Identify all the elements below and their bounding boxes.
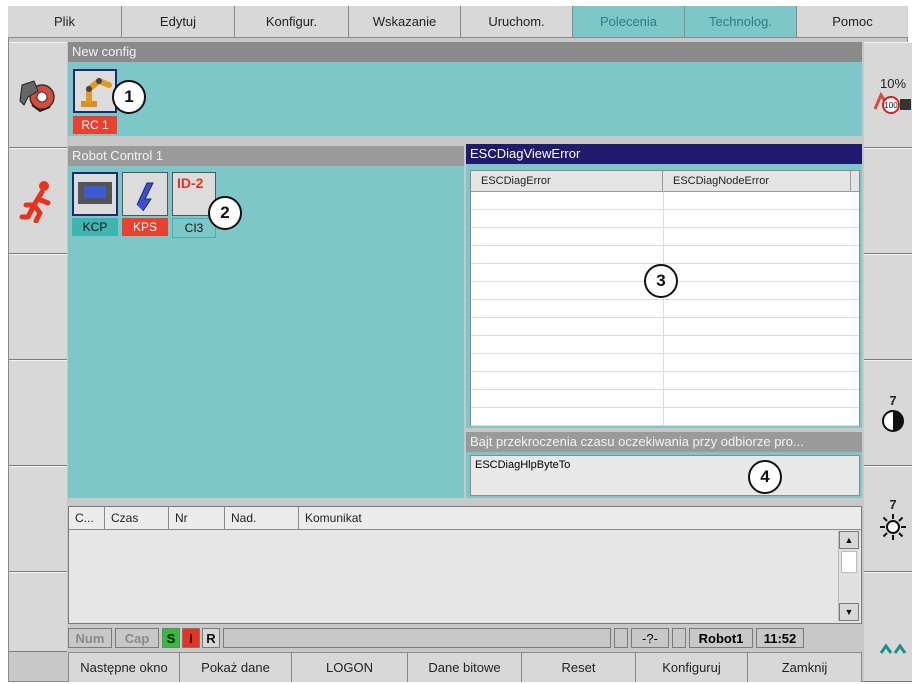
robot-module[interactable] (73, 69, 117, 113)
error-view-title: ESCDiagViewError (466, 144, 862, 164)
table-row[interactable] (471, 390, 859, 408)
kps-module[interactable] (122, 172, 168, 216)
scroll-thumb[interactable] (841, 551, 857, 573)
status-spacer-1 (614, 628, 628, 648)
override-button[interactable]: 10% 100 (864, 42, 912, 148)
expand-button[interactable] (864, 572, 912, 682)
column-header-node-error[interactable]: ESCDiagNodeError (663, 171, 851, 191)
menu-wskazanie[interactable]: Wskazanie (349, 6, 461, 37)
pendant-icon (78, 182, 112, 204)
num-lock-indicator: Num (68, 628, 112, 648)
next-window-button[interactable]: Następne okno (68, 652, 180, 682)
config-panel (68, 62, 862, 136)
robot-gear-icon (19, 80, 55, 113)
right-softkey-2[interactable] (864, 148, 912, 254)
status-bar: Num Cap S I R -?- Robot1 11:52 (68, 626, 862, 650)
table-row[interactable] (471, 336, 859, 354)
softkey-bar: Następne okno Pokaż dane LOGON Dane bito… (68, 652, 862, 682)
override-value: 10% (879, 75, 907, 91)
info-value: ESCDiagHlpByteTo (475, 459, 571, 471)
scroll-down-arrow-icon[interactable]: ▼ (839, 603, 859, 621)
drive-status-indicator: I (182, 628, 200, 648)
kcp-tag: KCP (72, 218, 118, 236)
table-row[interactable] (471, 354, 859, 372)
brightness-button[interactable]: 7 (864, 466, 912, 572)
info-panel-title: Bajt przekroczenia czasu oczekiwania prz… (466, 432, 862, 452)
bit-data-button[interactable]: Dane bitowe (408, 652, 522, 682)
callout-3: 3 (644, 264, 678, 298)
menu-uruchom[interactable]: Uruchom. (461, 6, 573, 37)
error-table: ESCDiagError ESCDiagNodeError (470, 170, 860, 426)
power-supply-icon (136, 182, 154, 212)
table-row[interactable] (471, 300, 859, 318)
menu-edytuj[interactable]: Edytuj (122, 6, 235, 37)
table-row[interactable] (471, 210, 859, 228)
right-softkey-3[interactable] (864, 254, 912, 360)
robot-status-button[interactable] (9, 42, 67, 148)
callout-4: 4 (748, 460, 782, 494)
close-button[interactable]: Zamknij (748, 652, 862, 682)
program-speed-icon: 100 (873, 91, 911, 114)
table-row[interactable] (471, 372, 859, 390)
error-table-header: ESCDiagError ESCDiagNodeError (471, 171, 859, 192)
left-softkey-6[interactable] (9, 572, 67, 652)
configure-button[interactable]: Konfiguruj (636, 652, 748, 682)
logon-button[interactable]: LOGON (292, 652, 408, 682)
table-row[interactable] (471, 192, 859, 210)
clock: 11:52 (756, 628, 804, 648)
menu-polecenia[interactable]: Polecenia (573, 6, 685, 37)
table-row[interactable] (471, 318, 859, 336)
status-message-field (223, 628, 611, 648)
column-header-nr[interactable]: Nr (169, 507, 225, 529)
column-header-czas[interactable]: Czas (105, 507, 169, 529)
message-list: C... Czas Nr Nad. Komunikat ▲ ▼ (68, 506, 862, 624)
double-chevron-up-icon (879, 643, 907, 654)
kcp-module[interactable] (72, 172, 118, 216)
reset-button[interactable]: Reset (522, 652, 636, 682)
left-softkey-4[interactable] (9, 360, 67, 466)
brightness-icon (880, 513, 906, 540)
info-value-box: ESCDiagHlpByteTo (470, 455, 860, 496)
status-spacer-2 (672, 628, 686, 648)
menu-konfigur[interactable]: Konfigur. (235, 6, 349, 37)
table-row[interactable] (471, 246, 859, 264)
caps-lock-indicator: Cap (115, 628, 159, 648)
contrast-button[interactable]: 7 (864, 360, 912, 466)
error-table-body (471, 192, 859, 426)
menu-plik[interactable]: Plik (8, 6, 122, 37)
contrast-icon (882, 409, 904, 432)
menu-bar: Plik Edytuj Konfigur. Wskazanie Uruchom.… (8, 6, 908, 38)
callout-1: 1 (112, 80, 146, 114)
speed-badge: 100 (884, 101, 898, 110)
table-row[interactable] (471, 408, 859, 426)
rc-label: RC 1 (73, 116, 117, 134)
robot-name: Robot1 (689, 628, 753, 648)
column-header-nad[interactable]: Nad. (225, 507, 299, 529)
contrast-value: 7 (889, 392, 897, 408)
robot-status-indicator: R (202, 628, 220, 648)
run-mode-button[interactable] (9, 148, 67, 254)
message-list-header: C... Czas Nr Nad. Komunikat (69, 507, 861, 530)
submit-status-indicator: S (162, 628, 180, 648)
running-man-icon (19, 181, 51, 223)
message-scrollbar[interactable]: ▲ ▼ (838, 531, 859, 621)
callout-2: 2 (208, 196, 242, 230)
config-panel-title: New config (68, 42, 862, 62)
show-data-button[interactable]: Pokaż dane (180, 652, 292, 682)
scroll-up-arrow-icon[interactable]: ▲ (839, 531, 859, 549)
brightness-value: 7 (889, 496, 897, 512)
table-row[interactable] (471, 228, 859, 246)
column-header-diag-error[interactable]: ESCDiagError (471, 171, 663, 191)
column-header-c[interactable]: C... (69, 507, 105, 529)
menu-technolog[interactable]: Technolog. (685, 6, 797, 37)
robot-arm-icon (81, 77, 112, 107)
robot-control-title: Robot Control 1 (68, 146, 464, 166)
kps-tag: KPS (122, 218, 168, 236)
left-softkey-3[interactable] (9, 254, 67, 360)
status-unknown: -?- (631, 628, 669, 648)
menu-pomoc[interactable]: Pomoc (797, 6, 908, 37)
id-label: ID-2 (177, 175, 204, 191)
left-softkey-5[interactable] (9, 466, 67, 572)
column-header-komunikat[interactable]: Komunikat (299, 507, 839, 529)
